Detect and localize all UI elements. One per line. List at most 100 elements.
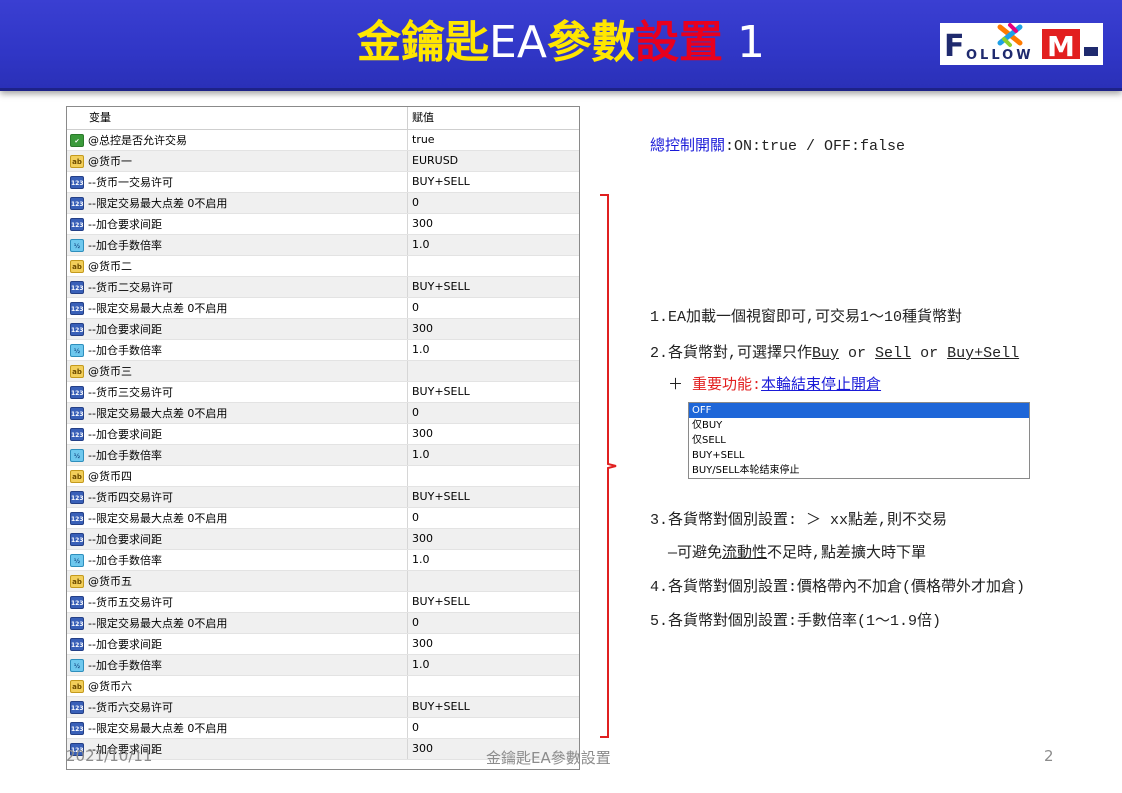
param-name-cell: ab @货币四 — [67, 466, 408, 486]
param-name-cell: ab @货币六 — [67, 676, 408, 696]
table-row[interactable]: 123 --限定交易最大点差 0不启用 0 — [67, 508, 579, 529]
boolean-type-icon: ✔ — [70, 133, 84, 147]
table-row[interactable]: ½ --加仓手数倍率 1.0 — [67, 340, 579, 361]
dropdown-option[interactable]: BUY+SELL — [689, 448, 1029, 463]
table-row[interactable]: ½ --加仓手数倍率 1.0 — [67, 550, 579, 571]
note-or-1: or — [839, 345, 876, 362]
dropdown-option[interactable]: 仅BUY — [689, 418, 1029, 433]
param-value[interactable] — [408, 361, 412, 381]
header-value[interactable]: 赋值 — [408, 107, 434, 129]
param-value[interactable]: 300 — [408, 739, 433, 759]
dropdown-option[interactable]: BUY/SELL本轮结束停止 — [689, 463, 1029, 478]
table-row[interactable]: 123 --加仓要求间距 300 — [67, 319, 579, 340]
param-value[interactable] — [408, 256, 412, 276]
table-row[interactable]: 123 --限定交易最大点差 0不启用 0 — [67, 298, 579, 319]
param-value[interactable]: 1.0 — [408, 550, 430, 570]
param-value[interactable] — [408, 676, 412, 696]
master-switch-text: :ON:true / OFF:false — [725, 138, 906, 155]
title-part-settings: 設置 — [634, 17, 723, 68]
string-type-icon: ab — [70, 469, 84, 483]
param-value[interactable]: 0 — [408, 298, 419, 318]
dropdown-option[interactable]: OFF — [689, 403, 1029, 418]
table-row[interactable]: ✔ @总控是否允许交易 true — [67, 130, 579, 151]
dropdown-option[interactable]: 仅SELL — [689, 433, 1029, 448]
followme-logo: F OLLOW M — [940, 23, 1103, 65]
table-row[interactable]: ab @货币二 — [67, 256, 579, 277]
table-row[interactable]: ½ --加仓手数倍率 1.0 — [67, 235, 579, 256]
stop-after-round-link[interactable]: 本輪結束停止開倉 — [761, 377, 881, 394]
param-value[interactable]: EURUSD — [408, 151, 458, 171]
param-value[interactable]: 1.0 — [408, 340, 430, 360]
table-row[interactable]: ab @货币五 — [67, 571, 579, 592]
header-variable[interactable]: 变量 — [67, 107, 408, 129]
param-value[interactable]: 300 — [408, 319, 433, 339]
footer-date: 2021/10/11 — [66, 747, 153, 765]
note-line-3b: —可避免流動性不足時,點差擴大時下單 — [668, 541, 926, 562]
table-row[interactable]: ½ --加仓手数倍率 1.0 — [67, 655, 579, 676]
table-row[interactable]: 123 --货币五交易许可 BUY+SELL — [67, 592, 579, 613]
table-row[interactable]: 123 --货币三交易许可 BUY+SELL — [67, 382, 579, 403]
table-row[interactable]: ab @货币三 — [67, 361, 579, 382]
table-row[interactable]: 123 --限定交易最大点差 0不启用 0 — [67, 718, 579, 739]
param-name-cell: 123 --加仓要求间距 — [67, 424, 408, 444]
table-row[interactable]: 123 --加仓要求间距 300 — [67, 529, 579, 550]
param-value[interactable]: BUY+SELL — [408, 487, 470, 507]
param-name-cell: ab @货币三 — [67, 361, 408, 381]
note-line-3b-suffix: 不足時,點差擴大時下單 — [767, 545, 927, 562]
param-name: --货币三交易许可 — [88, 386, 173, 399]
param-value[interactable]: 0 — [408, 508, 419, 528]
param-name: @货币二 — [88, 260, 132, 273]
table-row[interactable]: ab @货币六 — [67, 676, 579, 697]
param-name: --限定交易最大点差 0不启用 — [88, 722, 228, 735]
param-value[interactable]: 1.0 — [408, 655, 430, 675]
table-row[interactable]: 123 --限定交易最大点差 0不启用 0 — [67, 613, 579, 634]
table-row[interactable]: ½ --加仓手数倍率 1.0 — [67, 445, 579, 466]
param-value[interactable]: BUY+SELL — [408, 697, 470, 717]
table-row[interactable]: 123 --货币六交易许可 BUY+SELL — [67, 697, 579, 718]
param-name: @货币五 — [88, 575, 132, 588]
title-part-number: 1 — [722, 17, 765, 68]
param-name: --限定交易最大点差 0不启用 — [88, 197, 228, 210]
table-row[interactable]: ab @货币四 — [67, 466, 579, 487]
table-row[interactable]: 123 --加仓要求间距 300 — [67, 424, 579, 445]
table-row[interactable]: 123 --货币四交易许可 BUY+SELL — [67, 487, 579, 508]
param-value[interactable] — [408, 466, 412, 486]
param-value[interactable]: BUY+SELL — [408, 172, 470, 192]
note-important: ＋ 重要功能:本輪結束停止開倉 — [668, 373, 881, 394]
param-value[interactable]: 300 — [408, 214, 433, 234]
param-value[interactable] — [408, 571, 412, 591]
param-value[interactable]: 300 — [408, 424, 433, 444]
param-name-cell: 123 --货币五交易许可 — [67, 592, 408, 612]
table-row[interactable]: 123 --限定交易最大点差 0不启用 0 — [67, 193, 579, 214]
title-part-ea: EA — [489, 17, 547, 68]
note-line-3b-prefix: —可避免 — [668, 545, 723, 562]
param-value[interactable]: 300 — [408, 634, 433, 654]
note-line-5: 5.各貨幣對個別設置:手數倍率(1～1.9倍) — [650, 613, 942, 630]
param-value[interactable]: 1.0 — [408, 445, 430, 465]
string-type-icon: ab — [70, 679, 84, 693]
table-row[interactable]: 123 --货币一交易许可 BUY+SELL — [67, 172, 579, 193]
param-value[interactable]: 1.0 — [408, 235, 430, 255]
param-value[interactable]: BUY+SELL — [408, 277, 470, 297]
table-row[interactable]: 123 --限定交易最大点差 0不启用 0 — [67, 403, 579, 424]
important-label: 重要功能: — [692, 377, 762, 394]
table-row[interactable]: 123 --加仓要求间距 300 — [67, 214, 579, 235]
param-value[interactable]: true — [408, 130, 435, 150]
param-value[interactable]: 300 — [408, 529, 433, 549]
param-value[interactable]: 0 — [408, 403, 419, 423]
param-value[interactable]: 0 — [408, 718, 419, 738]
param-name-cell: ½ --加仓手数倍率 — [67, 550, 408, 570]
param-name-cell: 123 --加仓要求间距 — [67, 529, 408, 549]
param-value[interactable]: 0 — [408, 613, 419, 633]
string-type-icon: ab — [70, 154, 84, 168]
param-name: --加仓要求间距 — [88, 533, 162, 546]
table-row[interactable]: ab @货币一 EURUSD — [67, 151, 579, 172]
param-value[interactable]: BUY+SELL — [408, 382, 470, 402]
double-type-icon: ½ — [70, 553, 84, 567]
trade-permission-dropdown[interactable]: OFF 仅BUY 仅SELL BUY+SELL BUY/SELL本轮结束停止 — [688, 402, 1030, 479]
table-row[interactable]: 123 --货币二交易许可 BUY+SELL — [67, 277, 579, 298]
param-value[interactable]: BUY+SELL — [408, 592, 470, 612]
table-row[interactable]: 123 --加仓要求间距 300 — [67, 634, 579, 655]
param-value[interactable]: 0 — [408, 193, 419, 213]
dropdown-options: OFF 仅BUY 仅SELL BUY+SELL BUY/SELL本轮结束停止 — [689, 403, 1029, 478]
